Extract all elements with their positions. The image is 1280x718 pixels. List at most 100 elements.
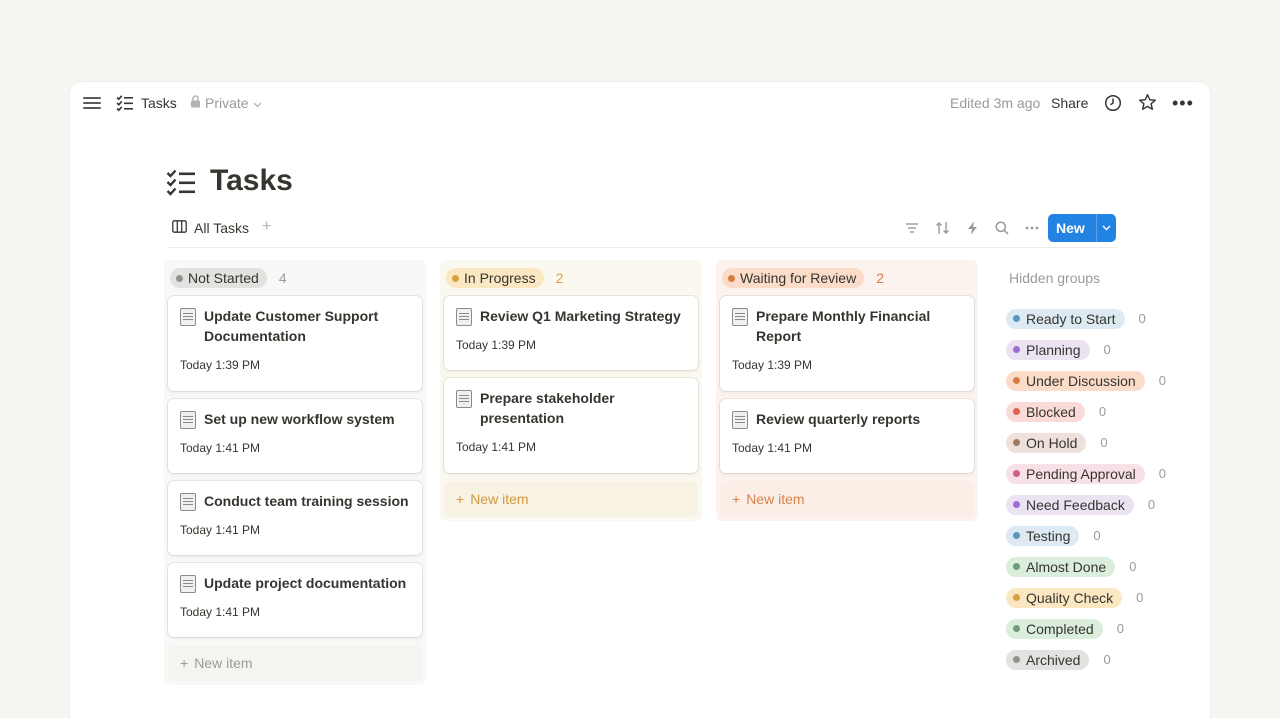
- status-badge: Under Discussion: [1006, 370, 1145, 391]
- status-dot: [1013, 470, 1020, 477]
- automation-lightning-icon[interactable]: [964, 220, 980, 236]
- status-badge: Ready to Start: [1006, 308, 1125, 329]
- status-badge: In Progress: [446, 268, 544, 288]
- card-date: Today 1:41 PM: [180, 441, 261, 455]
- edited-status: Edited 3m ago: [950, 95, 1041, 111]
- hidden-group-row[interactable]: Blocked 0: [1006, 396, 1166, 427]
- view-more-icon[interactable]: [1024, 220, 1040, 236]
- document-icon: [180, 575, 196, 593]
- hidden-group-count: 0: [1103, 342, 1111, 357]
- status-dot: [1013, 439, 1020, 446]
- card-date: Today 1:39 PM: [180, 358, 261, 372]
- column-header[interactable]: In Progress 2: [444, 264, 698, 292]
- plus-icon: +: [732, 491, 741, 507]
- hidden-group-row[interactable]: Planning 0: [1006, 334, 1166, 365]
- hidden-group-count: 0: [1098, 404, 1107, 419]
- status-dot: [1013, 501, 1020, 508]
- top-bar: Tasks Private Edited 3m ago Share •••: [70, 82, 1210, 124]
- hidden-group-count: 0: [1136, 590, 1144, 605]
- tab-all-tasks[interactable]: All Tasks: [172, 220, 249, 236]
- hidden-group-count: 0: [1129, 559, 1137, 574]
- new-button[interactable]: New: [1048, 214, 1116, 242]
- task-card[interactable]: Conduct team training session Today 1:41…: [168, 481, 422, 555]
- status-dot: [176, 274, 183, 282]
- task-card[interactable]: Review Q1 Marketing Strategy Today 1:39 …: [444, 296, 698, 370]
- hidden-group-row[interactable]: Testing 0: [1006, 520, 1166, 551]
- history-clock-icon[interactable]: [1104, 94, 1122, 117]
- status-label: In Progress: [464, 270, 536, 286]
- status-dot: [1013, 625, 1020, 632]
- status-badge: Quality Check: [1006, 587, 1123, 608]
- share-button[interactable]: Share: [1051, 95, 1088, 111]
- new-item-button[interactable]: + New item: [444, 481, 698, 517]
- hidden-group-row[interactable]: Ready to Start 0: [1006, 303, 1166, 334]
- card-title: Review quarterly reports: [756, 411, 921, 427]
- card-title: Update Customer Support Documentation: [204, 308, 379, 344]
- status-badge: Almost Done: [1006, 556, 1116, 577]
- status-dot: [1013, 377, 1020, 384]
- task-card[interactable]: Review quarterly reports Today 1:41 PM: [720, 399, 974, 473]
- status-badge: Planning: [1006, 339, 1090, 360]
- notion-window: Tasks Private Edited 3m ago Share ••• Ta…: [70, 82, 1210, 718]
- lock-icon: [190, 95, 201, 111]
- new-item-button[interactable]: + New item: [720, 481, 974, 517]
- new-item-button[interactable]: + New item: [168, 645, 422, 681]
- filter-icon[interactable]: [904, 220, 920, 236]
- column-header[interactable]: Not Started 4: [168, 264, 422, 292]
- task-card[interactable]: Set up new workflow system Today 1:41 PM: [168, 399, 422, 473]
- column-count: 4: [278, 270, 287, 286]
- hidden-group-row[interactable]: Almost Done 0: [1006, 551, 1166, 582]
- task-card[interactable]: Update project documentation Today 1:41 …: [168, 563, 422, 637]
- status-dot: [452, 274, 459, 282]
- checklist-icon: [116, 94, 134, 117]
- status-dot: [1013, 346, 1020, 353]
- hidden-group-row[interactable]: On Hold 0: [1006, 427, 1166, 458]
- add-view-button[interactable]: +: [262, 218, 271, 236]
- card-title: Prepare stakeholder presentation: [480, 390, 615, 426]
- hidden-group-row[interactable]: Quality Check 0: [1006, 582, 1166, 613]
- hidden-group-label: On Hold: [1026, 434, 1078, 451]
- status-dot: [1013, 408, 1020, 415]
- view-toolbar: [904, 220, 1040, 236]
- sort-icon[interactable]: [934, 220, 950, 236]
- plus-icon: +: [180, 655, 189, 671]
- hidden-group-count: 0: [1138, 311, 1146, 326]
- task-card[interactable]: Prepare stakeholder presentation Today 1…: [444, 378, 698, 473]
- status-badge: Blocked: [1006, 401, 1085, 422]
- hidden-group-row[interactable]: Archived 0: [1006, 644, 1166, 675]
- hidden-group-count: 0: [1116, 621, 1124, 636]
- page-checklist-icon: [166, 168, 196, 201]
- board-column-waiting-for-review: Waiting for Review 2 Prepare Monthly Fin…: [716, 260, 978, 521]
- favorite-star-icon[interactable]: [1138, 93, 1157, 117]
- hidden-group-row[interactable]: Under Discussion 0: [1006, 365, 1166, 396]
- document-icon: [180, 493, 196, 511]
- new-dropdown-chevron-icon[interactable]: [1097, 223, 1116, 234]
- hidden-group-row[interactable]: Completed 0: [1006, 613, 1166, 644]
- hidden-group-count: 0: [1158, 373, 1166, 388]
- status-badge: Not Started: [170, 268, 267, 288]
- privacy-dropdown[interactable]: Private: [190, 95, 262, 111]
- hidden-group-row[interactable]: Pending Approval 0: [1006, 458, 1166, 489]
- hidden-group-label: Quality Check: [1026, 589, 1114, 606]
- column-header[interactable]: Waiting for Review 2: [720, 264, 974, 292]
- breadcrumb-title[interactable]: Tasks: [141, 95, 177, 111]
- document-icon: [456, 308, 472, 326]
- status-dot: [1013, 656, 1020, 663]
- status-badge: Waiting for Review: [722, 268, 865, 288]
- status-badge: Completed: [1006, 618, 1103, 639]
- status-badge: Archived: [1006, 649, 1090, 670]
- page-title: Tasks: [210, 164, 293, 197]
- task-card[interactable]: Prepare Monthly Financial Report Today 1…: [720, 296, 974, 391]
- task-card[interactable]: Update Customer Support Documentation To…: [168, 296, 422, 391]
- search-icon[interactable]: [994, 220, 1010, 236]
- hidden-group-label: Ready to Start: [1026, 310, 1116, 327]
- status-badge: Pending Approval: [1006, 463, 1145, 484]
- document-icon: [456, 390, 472, 408]
- more-options-icon[interactable]: •••: [1172, 93, 1194, 114]
- chevron-down-icon: [253, 95, 262, 111]
- status-label: Waiting for Review: [740, 270, 857, 286]
- hidden-group-row[interactable]: Need Feedback 0: [1006, 489, 1166, 520]
- tab-all-tasks-label: All Tasks: [194, 220, 249, 236]
- document-icon: [732, 411, 748, 429]
- sidebar-menu-icon[interactable]: [82, 94, 102, 112]
